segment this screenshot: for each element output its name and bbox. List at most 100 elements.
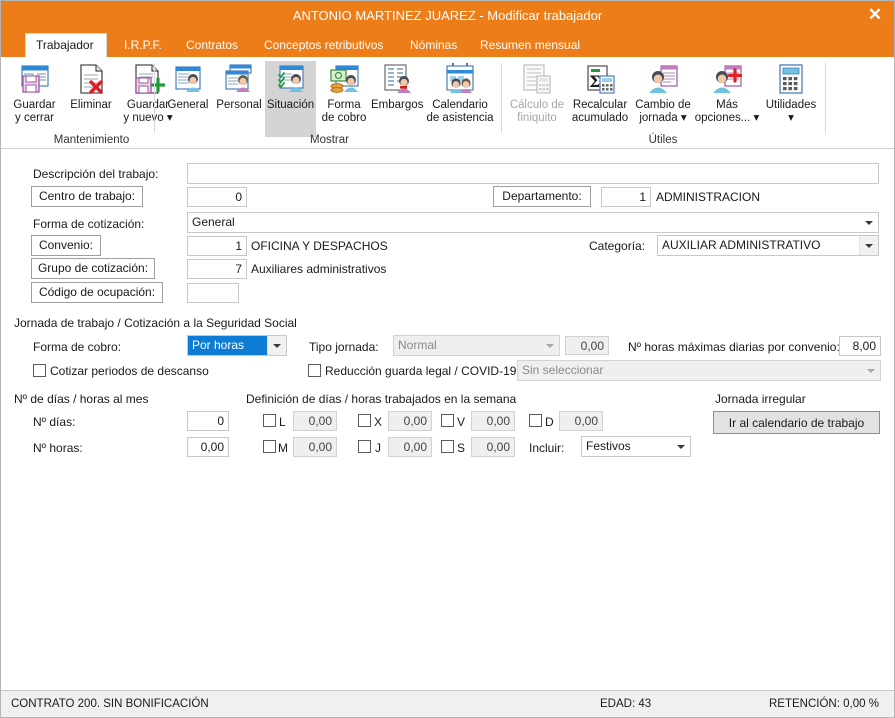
dia-j-horas-input[interactable]: 0,00 <box>388 437 432 457</box>
tab-irpf[interactable]: I.R.P.F. <box>114 33 172 57</box>
dia-l-label: L <box>279 415 286 429</box>
dia-j-label: J <box>375 441 381 455</box>
ribbon-recalcular-acumulado-label: Recalcular acumulado <box>571 99 629 124</box>
status-bar: CONTRATO 200. SIN BONIFICACIÓN EDAD: 43 … <box>1 690 894 717</box>
ribbon-guardar-y-cerrar-label: Guardar y cerrar <box>13 99 56 124</box>
tipo-jornada-select[interactable]: Normal <box>393 335 560 356</box>
num-horas-input[interactable]: 0,00 <box>187 437 229 457</box>
ribbon-eliminar[interactable]: Eliminar <box>65 61 117 112</box>
horas-maximas-input[interactable]: 8,00 <box>839 336 881 356</box>
chevron-down-icon[interactable] <box>671 437 690 456</box>
dia-s-horas-input[interactable]: 0,00 <box>471 437 515 457</box>
tab-trabajador[interactable]: Trabajador <box>25 33 107 58</box>
dia-d-checkbox[interactable] <box>529 414 542 427</box>
dia-x-horas-input[interactable]: 0,00 <box>388 411 432 431</box>
tipo-jornada-porcentaje-input: 0,00 <box>565 336 609 355</box>
categoria-value: AUXILIAR ADMINISTRATIVO <box>662 238 821 252</box>
dia-s-checkbox[interactable] <box>441 440 454 453</box>
status-edad: EDAD: 43 <box>600 698 652 710</box>
personal-icon <box>214 61 264 97</box>
forma-cobro-label: Forma de cobro: <box>33 340 122 354</box>
dia-v-label: V <box>457 415 466 429</box>
dia-v-checkbox[interactable] <box>441 414 454 427</box>
codigo-ocupacion-input[interactable] <box>187 283 239 303</box>
convenio-code-input[interactable]: 1 <box>187 236 247 256</box>
ribbon-situacion-label: Situación <box>266 99 315 111</box>
dia-m-checkbox[interactable] <box>263 440 276 453</box>
dia-m-label: M <box>278 441 288 455</box>
ribbon-recalcular-acumulado[interactable]: Σ Recalcular acumulado <box>570 61 630 124</box>
tab-nominas[interactable]: Nóminas <box>400 33 467 57</box>
forma-cotizacion-select[interactable]: General <box>187 212 879 233</box>
convenio-button[interactable]: Convenio: <box>31 235 101 256</box>
ribbon-guardar-y-cerrar[interactable]: Guardar y cerrar <box>7 61 62 124</box>
dia-l-horas-input[interactable]: 0,00 <box>293 411 337 431</box>
ribbon-cambio-de-jornada-label: Cambio de jornada ▾ <box>635 99 691 124</box>
reduccion-guarda-legal-value: Sin seleccionar <box>522 363 604 377</box>
centro-trabajo-button[interactable]: Centro de trabajo: <box>31 186 143 207</box>
ribbon-personal[interactable]: Personal <box>214 61 264 112</box>
delete-icon <box>65 61 117 97</box>
ribbon-calendario-de-asistencia-label: Calendario de asistencia <box>426 99 494 124</box>
tab-resumen-mensual[interactable]: Resumen mensual <box>470 33 590 57</box>
descripcion-trabajo-label: Descripción del trabajo: <box>33 167 159 181</box>
incluir-value: Festivos <box>586 439 631 453</box>
reduccion-guarda-legal-checkbox[interactable] <box>308 364 321 377</box>
departamento-code-input[interactable]: 1 <box>601 187 651 207</box>
descripcion-trabajo-input[interactable] <box>187 163 879 184</box>
reduccion-guarda-legal-select[interactable]: Sin seleccionar <box>517 360 881 381</box>
tab-contratos[interactable]: Contratos <box>176 33 248 57</box>
forma-cobro-select[interactable]: Por horas <box>187 335 287 356</box>
dia-j-checkbox[interactable] <box>358 440 371 453</box>
dia-d-label: D <box>545 415 554 429</box>
ribbon-situacion[interactable]: Situación <box>265 61 316 137</box>
chevron-down-icon[interactable] <box>859 213 878 232</box>
ir-al-calendario-button[interactable]: Ir al calendario de trabajo <box>713 411 880 434</box>
save-close-icon <box>7 61 62 97</box>
ribbon-cambio-de-jornada[interactable]: Cambio de jornada ▾ <box>632 61 694 124</box>
tab-conceptos-retributivos[interactable]: Conceptos retributivos <box>254 33 393 57</box>
forma-cotizacion-label: Forma de cotización: <box>33 217 145 231</box>
dia-d-horas-input[interactable]: 0,00 <box>559 411 603 431</box>
ribbon-utilidades[interactable]: Utilidades ▾ <box>762 61 820 124</box>
ribbon-calculo-de-finiquito-label: Cálculo de finiquito <box>509 99 565 124</box>
codigo-ocupacion-button[interactable]: Código de ocupación: <box>31 282 163 303</box>
num-dias-input[interactable]: 0 <box>187 411 229 431</box>
tipo-jornada-value: Normal <box>398 338 437 352</box>
categoria-select[interactable]: AUXILIAR ADMINISTRATIVO <box>657 235 879 256</box>
ribbon-mas-opciones-label: Más opciones... ▾ <box>694 99 760 124</box>
dia-l-checkbox[interactable] <box>263 414 276 427</box>
dia-m-horas-input[interactable]: 0,00 <box>293 437 337 457</box>
general-icon <box>163 61 213 97</box>
semana-section-label: Definición de días / horas trabajados en… <box>246 392 517 406</box>
ribbon-calculo-de-finiquito[interactable]: Cálculo de finiquito <box>506 61 568 124</box>
chevron-down-icon[interactable] <box>540 336 559 355</box>
reduccion-guarda-legal-label: Reducción guarda legal / COVID-19 <box>325 364 517 378</box>
forma-cobro-icon <box>318 61 370 97</box>
departamento-button[interactable]: Departamento: <box>493 186 591 207</box>
calendario-icon <box>424 61 496 97</box>
grupo-cotizacion-name-value: Auxiliares administrativos <box>251 262 387 276</box>
dia-x-label: X <box>374 415 383 429</box>
ribbon-embargos[interactable]: Embargos <box>371 61 423 112</box>
grupo-cotizacion-button[interactable]: Grupo de cotización: <box>31 258 155 279</box>
jornada-section-label: Jornada de trabajo / Cotización a la Seg… <box>14 316 297 330</box>
ribbon-calendario-de-asistencia[interactable]: Calendario de asistencia <box>424 61 496 124</box>
incluir-select[interactable]: Festivos <box>581 436 691 457</box>
dia-v-horas-input[interactable]: 0,00 <box>471 411 515 431</box>
jornada-irregular-section-label: Jornada irregular <box>715 392 806 406</box>
centro-trabajo-input[interactable]: 0 <box>187 187 247 207</box>
ribbon-forma-de-cobro[interactable]: Forma de cobro <box>318 61 370 124</box>
grupo-cotizacion-code-input[interactable]: 7 <box>187 259 247 279</box>
chevron-down-icon[interactable] <box>859 236 878 255</box>
convenio-name-value: OFICINA Y DESPACHOS <box>251 239 388 253</box>
categoria-label: Categoría: <box>589 239 646 253</box>
close-icon[interactable]: ✕ <box>862 3 888 27</box>
cotizar-descanso-checkbox[interactable] <box>33 364 46 377</box>
mes-section-label: Nº de días / horas al mes <box>14 392 149 406</box>
chevron-down-icon[interactable] <box>861 361 880 380</box>
ribbon-general[interactable]: General <box>163 61 213 112</box>
dia-x-checkbox[interactable] <box>358 414 371 427</box>
chevron-down-icon[interactable] <box>267 336 286 355</box>
ribbon-mas-opciones[interactable]: Más opciones... ▾ <box>694 61 760 124</box>
